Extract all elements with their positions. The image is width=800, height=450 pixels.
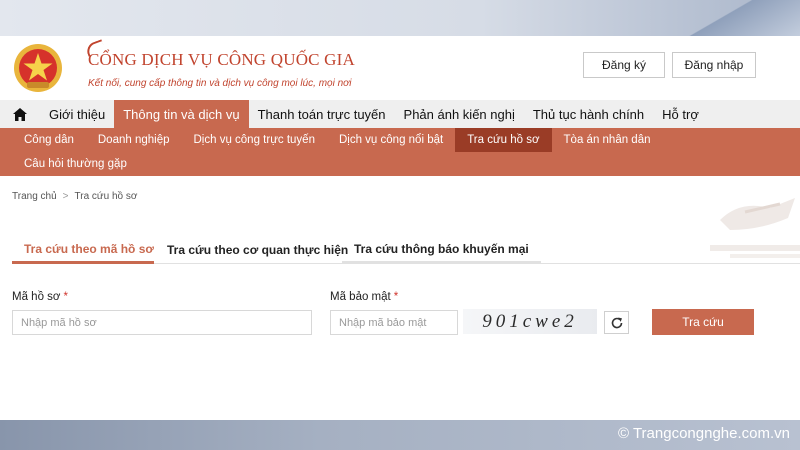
tab-lookup-promotion-notice[interactable]: Tra cứu thông báo khuyến mại: [342, 236, 541, 264]
subnav-item-citizens[interactable]: Công dân: [0, 128, 86, 152]
breadcrumb-home-link[interactable]: Trang chủ: [12, 191, 57, 202]
sub-navigation: Công dân Doanh nghiệp Dịch vụ công trực …: [0, 128, 800, 176]
file-code-input[interactable]: [12, 310, 312, 335]
tab-lookup-by-file-code[interactable]: Tra cứu theo mã hồ sơ: [12, 236, 154, 264]
security-code-label-text: Mã bảo mật: [330, 291, 391, 303]
file-code-label-text: Mã hồ sơ: [12, 291, 61, 303]
mainnav-item-feedback[interactable]: Phản ánh kiến nghị: [395, 100, 524, 128]
register-button[interactable]: Đăng ký: [583, 52, 665, 78]
subnav-item-file-lookup[interactable]: Tra cứu hồ sơ: [455, 128, 552, 152]
captcha-image: 901cwe2: [463, 309, 597, 334]
subnav-item-online-services[interactable]: Dịch vụ công trực tuyến: [182, 128, 327, 152]
mainnav-item-information-services[interactable]: Thông tin và dịch vụ: [114, 100, 249, 128]
site-header: CỔNG DỊCH VỤ CÔNG QUỐC GIA Kết nối, cung…: [0, 36, 800, 100]
main-navigation: Giới thiệu Thông tin và dịch vụ Thanh to…: [0, 100, 800, 128]
site-title[interactable]: CỔNG DỊCH VỤ CÔNG QUỐC GIA: [88, 50, 355, 70]
top-banner-band: [0, 0, 800, 36]
breadcrumb-current: Tra cứu hồ sơ: [74, 191, 138, 202]
breadcrumb: Trang chủ > Tra cứu hồ sơ: [12, 191, 137, 202]
security-code-label: Mã bảo mật *: [330, 291, 398, 303]
lookup-tabs: Tra cứu theo mã hồ sơ Tra cứu theo cơ qu…: [12, 236, 800, 264]
breadcrumb-separator: >: [62, 191, 69, 202]
mainnav-item-administrative-procedures[interactable]: Thủ tục hành chính: [524, 100, 653, 128]
login-button[interactable]: Đăng nhập: [672, 52, 756, 78]
mainnav-item-introduction[interactable]: Giới thiệu: [40, 100, 114, 128]
mainnav-item-support[interactable]: Hỗ trợ: [653, 100, 708, 128]
mainnav-item-online-payment[interactable]: Thanh toán trực tuyến: [249, 100, 395, 128]
subnav-item-businesses[interactable]: Doanh nghiệp: [86, 128, 182, 152]
required-mark: *: [63, 291, 68, 303]
watermark-text: © Trangcongnghe.com.vn: [618, 425, 790, 442]
search-button[interactable]: Tra cứu: [652, 309, 754, 335]
home-icon[interactable]: [0, 100, 40, 128]
required-mark: *: [393, 291, 399, 303]
subnav-item-featured-services[interactable]: Dịch vụ công nổi bật: [327, 128, 455, 152]
security-code-input[interactable]: [330, 310, 458, 335]
subnav-item-peoples-court[interactable]: Tòa án nhân dân: [552, 128, 663, 152]
site-slogan: Kết nối, cung cấp thông tin và dịch vụ c…: [88, 78, 352, 89]
tab-lookup-by-agency[interactable]: Tra cứu theo cơ quan thực hiện: [155, 236, 360, 264]
refresh-captcha-button[interactable]: [604, 311, 629, 334]
refresh-icon: [611, 317, 622, 328]
file-code-label: Mã hồ sơ *: [12, 291, 68, 303]
national-emblem-icon: [14, 44, 62, 92]
subnav-item-faq[interactable]: Câu hỏi thường gặp: [0, 152, 139, 176]
